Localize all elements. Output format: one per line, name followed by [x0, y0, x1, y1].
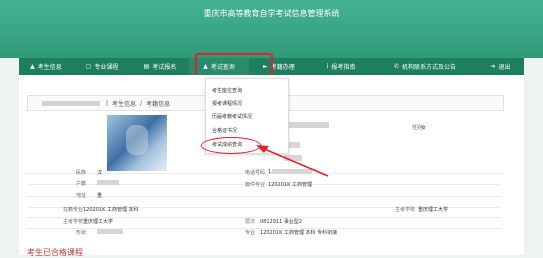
annotation-arrow — [256, 145, 329, 177]
section-title-passed-courses: 考生已合格课程 — [27, 248, 83, 257]
